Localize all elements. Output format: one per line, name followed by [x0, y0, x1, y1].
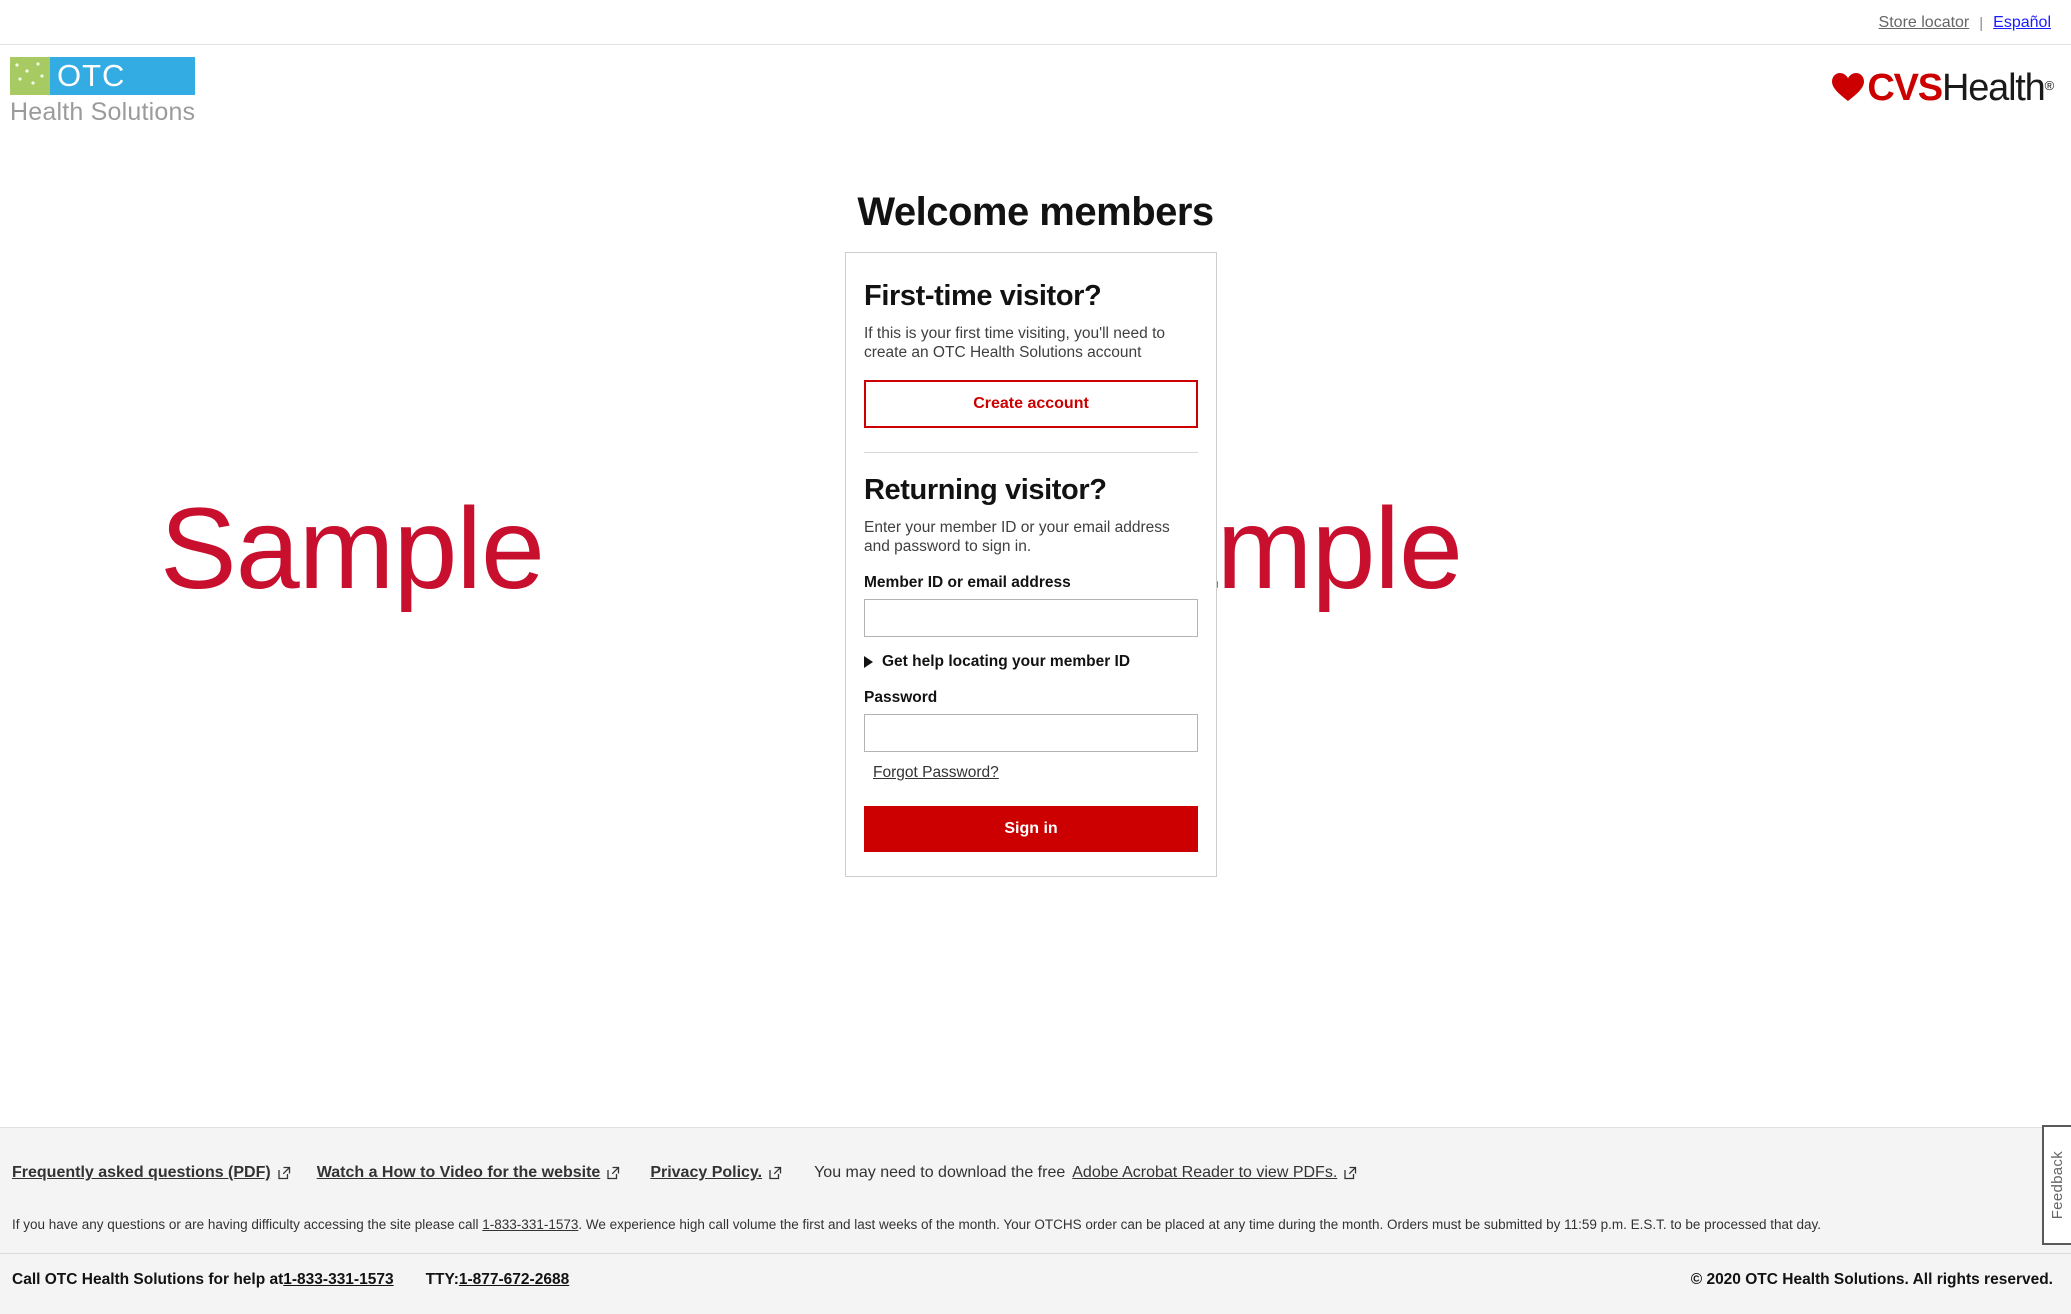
how-to-video-label: Watch a How to Video for the website: [316, 1164, 601, 1181]
footer-bottom-bar: Call OTC Health Solutions for help at 1-…: [0, 1254, 2071, 1314]
first-time-visitor-heading: First-time visitor?: [864, 280, 1102, 312]
utility-topbar: Store locator | Español: [0, 0, 2071, 45]
card-divider: [864, 452, 1198, 453]
otc-health-solutions-logo[interactable]: OTC Health Solutions: [10, 57, 210, 127]
page-title: Welcome members: [857, 190, 1214, 234]
acrobat-prefix-text: You may need to download the free: [814, 1164, 1066, 1181]
faq-pdf-link[interactable]: Frequently asked questions (PDF): [12, 1164, 291, 1182]
registered-mark: ®: [2044, 78, 2055, 93]
help-prefix-text: Call OTC Health Solutions for help at: [12, 1271, 284, 1288]
footer-contact-info: Call OTC Health Solutions for help at 1-…: [12, 1271, 569, 1289]
external-link-icon: [278, 1166, 290, 1180]
external-link-icon: [1344, 1166, 1357, 1180]
feedback-tab[interactable]: Feedback: [2042, 1125, 2071, 1245]
store-locator-link[interactable]: Store locator: [1879, 14, 1970, 32]
footer-links-row: Frequently asked questions (PDF) Watch a…: [12, 1164, 2059, 1182]
login-page: Store locator | Español OTC Health Solut…: [0, 0, 2071, 1314]
privacy-policy-link[interactable]: Privacy Policy.: [650, 1164, 782, 1182]
heart-icon: [1832, 73, 1865, 101]
adobe-acrobat-reader-link[interactable]: Adobe Acrobat Reader to view PDFs.: [1072, 1164, 1357, 1182]
utility-links: Store locator | Español: [1879, 14, 2051, 32]
triangle-right-icon: [864, 656, 873, 668]
password-input[interactable]: [864, 714, 1198, 752]
topbar-separator: |: [1979, 14, 1984, 32]
footer-disclaimer: If you have any questions or are having …: [12, 1216, 1821, 1234]
member-id-label: Member ID or email address: [864, 574, 1071, 591]
returning-visitor-heading: Returning visitor?: [864, 474, 1107, 506]
copyright-text: © 2020 OTC Health Solutions. All rights …: [1690, 1271, 2053, 1288]
member-id-input[interactable]: [864, 599, 1198, 637]
external-link-icon: [607, 1166, 620, 1180]
otc-logo-letters: OTC: [50, 57, 195, 95]
espanol-link[interactable]: Español: [1993, 14, 2051, 32]
forgot-password-link[interactable]: Forgot Password?: [873, 764, 999, 782]
otc-logo-subtitle: Health Solutions: [10, 98, 196, 126]
footer-disclaimer-part2: . We experience high call volume the fir…: [578, 1217, 1822, 1232]
tty-label: TTY:: [425, 1271, 459, 1288]
faq-pdf-label: Frequently asked questions (PDF): [12, 1164, 271, 1181]
main-content: Welcome members First-time visitor? If t…: [0, 125, 2071, 1127]
get-help-locating-member-id-label: Get help locating your member ID: [882, 653, 1131, 670]
password-label: Password: [864, 689, 938, 706]
footer-disclaimer-part1: If you have any questions or are having …: [12, 1217, 483, 1232]
adobe-acrobat-reader-label: Adobe Acrobat Reader to view PDFs.: [1072, 1164, 1338, 1181]
footer-disclaimer-phone[interactable]: 1-833-331-1573: [482, 1217, 578, 1232]
privacy-policy-label: Privacy Policy.: [650, 1164, 763, 1181]
cvs-logo-text: CVSHealth®: [1867, 67, 2055, 109]
cvs-logo-brand: CVS: [1867, 67, 1943, 109]
otc-green-dots-tile: [10, 57, 50, 95]
otc-logo-mark: OTC: [10, 57, 195, 95]
returning-visitor-description: Enter your member ID or your email addre…: [864, 519, 1170, 555]
sign-in-button[interactable]: Sign in: [864, 806, 1198, 852]
cvs-health-logo[interactable]: CVSHealth®: [1831, 67, 2055, 109]
site-header: OTC Health Solutions CVSHealth®: [0, 45, 2071, 127]
tty-phone-link[interactable]: 1-877-672-2688: [459, 1271, 569, 1289]
login-card: First-time visitor? If this is your firs…: [845, 252, 1217, 877]
help-phone-link[interactable]: 1-833-331-1573: [283, 1271, 393, 1289]
external-link-icon: [769, 1166, 782, 1180]
create-account-button[interactable]: Create account: [864, 380, 1198, 428]
first-time-visitor-description: If this is your first time visiting, you…: [864, 325, 1166, 361]
get-help-locating-member-id-toggle[interactable]: Get help locating your member ID: [864, 653, 1198, 671]
how-to-video-link[interactable]: Watch a How to Video for the website: [317, 1164, 621, 1182]
feedback-tab-label: Feedback: [2049, 1150, 2066, 1220]
cvs-logo-brand-suffix: Health: [1941, 67, 2046, 109]
